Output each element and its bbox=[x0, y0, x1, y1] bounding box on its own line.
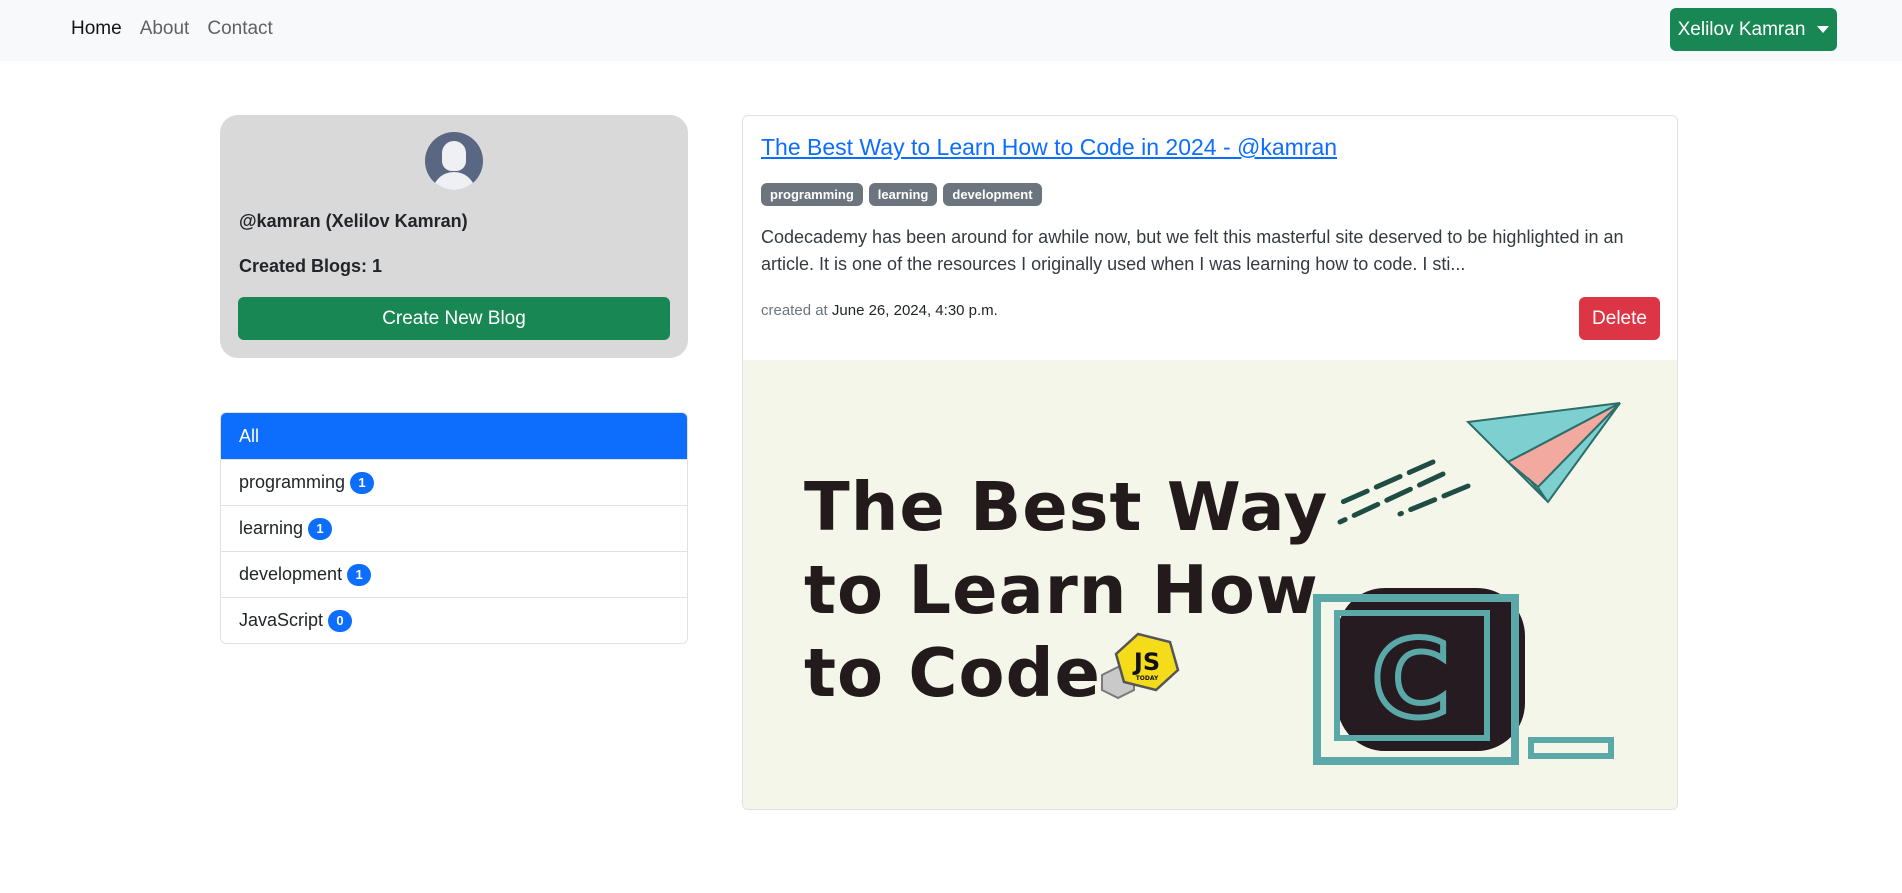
js-today-logo: JS TODAY bbox=[1101, 632, 1180, 700]
blog-excerpt: Codecademy has been around for awhile no… bbox=[761, 227, 1624, 274]
blog-tag-badge[interactable]: development bbox=[943, 183, 1042, 206]
blog-tag-badge[interactable]: learning bbox=[868, 183, 938, 206]
nav-home-link[interactable]: Home bbox=[71, 18, 122, 40]
nav-links: Home About Contact bbox=[71, 18, 273, 40]
navbar: Home About Contact Xelilov Kamran bbox=[0, 0, 1902, 61]
tag-filter-label: programming bbox=[239, 472, 346, 492]
tag-filter-label: JavaScript bbox=[239, 610, 324, 630]
tag-filter-javascript[interactable]: JavaScript 0 bbox=[221, 597, 687, 643]
blog-tags: programming learning development bbox=[761, 183, 1042, 206]
svg-text:C: C bbox=[1372, 618, 1450, 741]
tag-filter-development[interactable]: development 1 bbox=[221, 551, 687, 597]
code-terminal-icon: C bbox=[1313, 588, 1614, 765]
delete-blog-button[interactable]: Delete bbox=[1579, 297, 1660, 340]
tag-count-badge: 0 bbox=[328, 609, 353, 632]
avatar bbox=[425, 132, 483, 190]
tag-filter-label: All bbox=[239, 425, 260, 446]
created-blogs-count: Created Blogs: 1 bbox=[239, 256, 383, 276]
paper-plane-icon bbox=[1335, 402, 1621, 525]
caret-down-icon bbox=[1817, 26, 1830, 33]
user-menu-dropdown[interactable]: Xelilov Kamran bbox=[1670, 8, 1837, 51]
avatar-head-shape bbox=[442, 141, 466, 171]
blog-tag-badge[interactable]: programming bbox=[761, 183, 863, 206]
create-new-blog-button[interactable]: Create New Blog bbox=[238, 297, 670, 340]
svg-text:JS: JS bbox=[1132, 648, 1160, 676]
created-at-date: June 26, 2024, 4:30 p.m. bbox=[831, 302, 998, 319]
blog-created-at: created at June 26, 2024, 4:30 p.m. bbox=[761, 302, 998, 319]
tag-count-badge: 1 bbox=[350, 471, 375, 494]
blog-card: The Best Way to Learn How to Code in 202… bbox=[742, 115, 1678, 810]
profile-card: @kamran (Xelilov Kamran) Created Blogs: … bbox=[220, 115, 688, 358]
blog-title-link[interactable]: The Best Way to Learn How to Code in 202… bbox=[761, 134, 1337, 161]
created-at-label: created at bbox=[761, 302, 828, 319]
avatar-body-shape bbox=[432, 172, 476, 190]
user-menu-label: Xelilov Kamran bbox=[1677, 18, 1806, 40]
tag-filter-programming[interactable]: programming 1 bbox=[221, 459, 687, 505]
tag-filter-all[interactable]: All bbox=[221, 413, 687, 459]
tag-filter-label: development bbox=[239, 564, 343, 584]
svg-text:TODAY: TODAY bbox=[1136, 675, 1159, 682]
nav-contact-link[interactable]: Contact bbox=[207, 18, 272, 40]
profile-name: @kamran (Xelilov Kamran) bbox=[239, 211, 468, 231]
tag-filter-learning[interactable]: learning 1 bbox=[221, 505, 687, 551]
tag-filter-list: All programming 1 learning 1 development… bbox=[220, 412, 688, 644]
cover-image-headline: The Best Way to Learn How to Code bbox=[804, 468, 1329, 712]
blog-cover-image[interactable]: The Best Way to Learn How to Code JS TOD… bbox=[743, 360, 1677, 809]
tag-filter-label: learning bbox=[239, 518, 304, 538]
tag-count-badge: 1 bbox=[308, 517, 333, 540]
tag-count-badge: 1 bbox=[347, 563, 372, 586]
nav-about-link[interactable]: About bbox=[140, 18, 190, 40]
